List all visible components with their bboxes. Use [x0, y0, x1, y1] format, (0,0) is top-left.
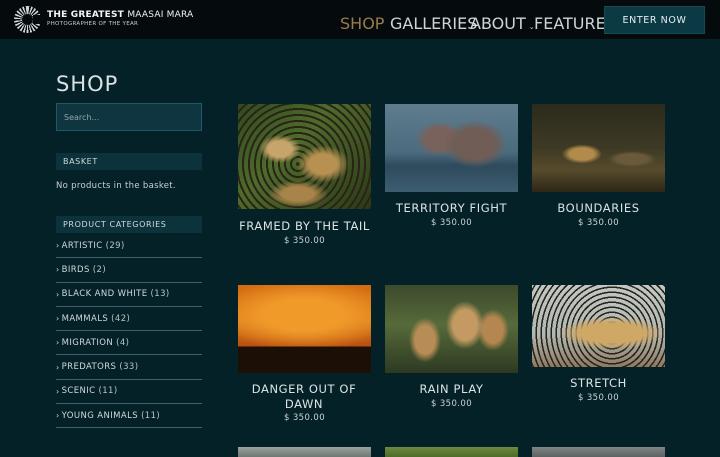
chevron-right-icon: › — [56, 411, 60, 421]
product-card[interactable]: TERRITORY FIGHT $ 350.00 — [385, 104, 518, 228]
category-label: PREDATORS — [61, 362, 117, 373]
category-item-scenic[interactable]: › SCENIC (11) — [56, 380, 202, 405]
product-thumbnail-partial[interactable] — [532, 447, 665, 457]
product-price: $ 350.00 — [430, 217, 473, 228]
lion-cubs-photo-icon[interactable] — [385, 285, 518, 373]
product-name[interactable]: RAIN PLAY — [385, 382, 518, 397]
nav-shop[interactable]: SHOP — [340, 14, 384, 33]
logo-title-thin: MAASAI MARA — [127, 10, 194, 21]
category-count: (11) — [141, 410, 161, 421]
nav-about[interactable]: ABOUT ⌄ — [470, 14, 535, 33]
category-item-migration[interactable]: › MIGRATION (4) — [56, 331, 202, 356]
category-count: (4) — [116, 337, 130, 348]
product-card[interactable]: RAIN PLAY $ 350.00 — [385, 285, 518, 409]
search-input[interactable] — [56, 103, 202, 131]
category-count: (13) — [150, 289, 170, 300]
chevron-right-icon: › — [56, 241, 60, 251]
category-count: (33) — [119, 362, 139, 373]
logo-title-bold: THE GREATEST — [47, 10, 124, 21]
product-price: $ 350.00 — [430, 398, 473, 409]
category-list: › ARTISTIC (29) › BIRDS (2) › BLACK AND WHITE… — [56, 234, 202, 429]
site-logo[interactable]: THE GREATEST MAASAI MARA PHOTOGRAPHER OF… — [14, 5, 193, 34]
logo-subtitle: PHOTOGRAPHER OF THE YEAR — [47, 21, 139, 28]
categories-heading: PRODUCT CATEGORIES — [56, 216, 202, 233]
leopards-photo-icon[interactable] — [238, 104, 371, 209]
logo-mark-icon — [14, 6, 43, 33]
nav-shop-label: SHOP — [340, 14, 385, 33]
wildebeest-dawn-photo-icon[interactable] — [238, 285, 371, 373]
page-title: SHOP — [56, 72, 119, 96]
product-price: $ 350.00 — [577, 217, 620, 228]
product-card[interactable]: DANGER OUT OF DAWN $ 350.00 — [238, 285, 371, 423]
product-name[interactable]: BOUNDARIES — [532, 201, 665, 216]
product-name[interactable]: DANGER OUT OF DAWN — [244, 382, 364, 411]
leopard-stretch-photo-icon[interactable] — [532, 285, 665, 367]
product-name[interactable]: STRETCH — [532, 376, 665, 391]
product-thumbnail-partial[interactable] — [385, 447, 518, 457]
product-card[interactable]: BOUNDARIES $ 350.00 — [532, 104, 665, 228]
product-card[interactable]: FRAMED BY THE TAIL $ 350.00 — [238, 104, 371, 246]
category-label: MIGRATION — [61, 337, 114, 348]
category-item-black-and-white[interactable]: › BLACK AND WHITE (13) — [56, 283, 202, 307]
category-item-predators[interactable]: › PREDATORS (33) — [56, 355, 202, 380]
product-price: $ 350.00 — [577, 392, 620, 403]
category-label: YOUNG ANIMALS — [61, 410, 139, 421]
product-price: $ 350.00 — [283, 235, 326, 246]
logo-title: THE GREATEST MAASAI MARA — [47, 11, 193, 20]
site-header: THE GREATEST MAASAI MARA PHOTOGRAPHER OF… — [0, 0, 720, 39]
category-item-mammals[interactable]: › MAMMALS (42) — [56, 307, 202, 332]
category-label: MAMMALS — [61, 313, 109, 324]
category-item-artistic[interactable]: › ARTISTIC (29) — [56, 234, 202, 259]
basket-empty-text: No products in the basket. — [56, 181, 176, 191]
product-name[interactable]: TERRITORY FIGHT — [385, 201, 518, 216]
chevron-right-icon: › — [56, 362, 60, 372]
product-thumbnail-partial[interactable] — [238, 447, 371, 457]
product-name[interactable]: FRAMED BY THE TAIL — [238, 219, 371, 234]
category-count: (42) — [111, 313, 131, 324]
product-price: $ 350.00 — [283, 413, 326, 423]
nav-galleries-label: GALLERIES — [390, 14, 478, 33]
category-item-birds[interactable]: › BIRDS (2) — [56, 258, 202, 283]
chevron-right-icon: › — [56, 289, 60, 299]
category-label: ARTISTIC — [61, 240, 103, 251]
chevron-right-icon: › — [56, 338, 60, 348]
hippo-photo-icon[interactable] — [385, 104, 518, 192]
category-label: BLACK AND WHITE — [61, 289, 148, 300]
cheetah-photo-icon[interactable] — [532, 104, 665, 192]
category-label: BIRDS — [61, 264, 90, 275]
chevron-right-icon: › — [56, 314, 60, 324]
category-count: (2) — [92, 264, 107, 275]
basket-heading: BASKET — [56, 153, 202, 170]
chevron-right-icon: › — [56, 265, 60, 275]
category-count: (29) — [105, 240, 125, 251]
logo-text: THE GREATEST MAASAI MARA PHOTOGRAPHER OF… — [47, 11, 193, 28]
enter-now-button[interactable]: ENTER NOW — [604, 6, 705, 34]
category-count: (11) — [98, 386, 118, 397]
category-label: SCENIC — [61, 386, 96, 397]
chevron-right-icon: › — [56, 386, 60, 396]
nav-about-label: ABOUT — [470, 14, 526, 33]
category-item-young-animals[interactable]: › YOUNG ANIMALS (11) — [56, 404, 202, 429]
product-card[interactable]: STRETCH $ 350.00 — [532, 285, 665, 403]
